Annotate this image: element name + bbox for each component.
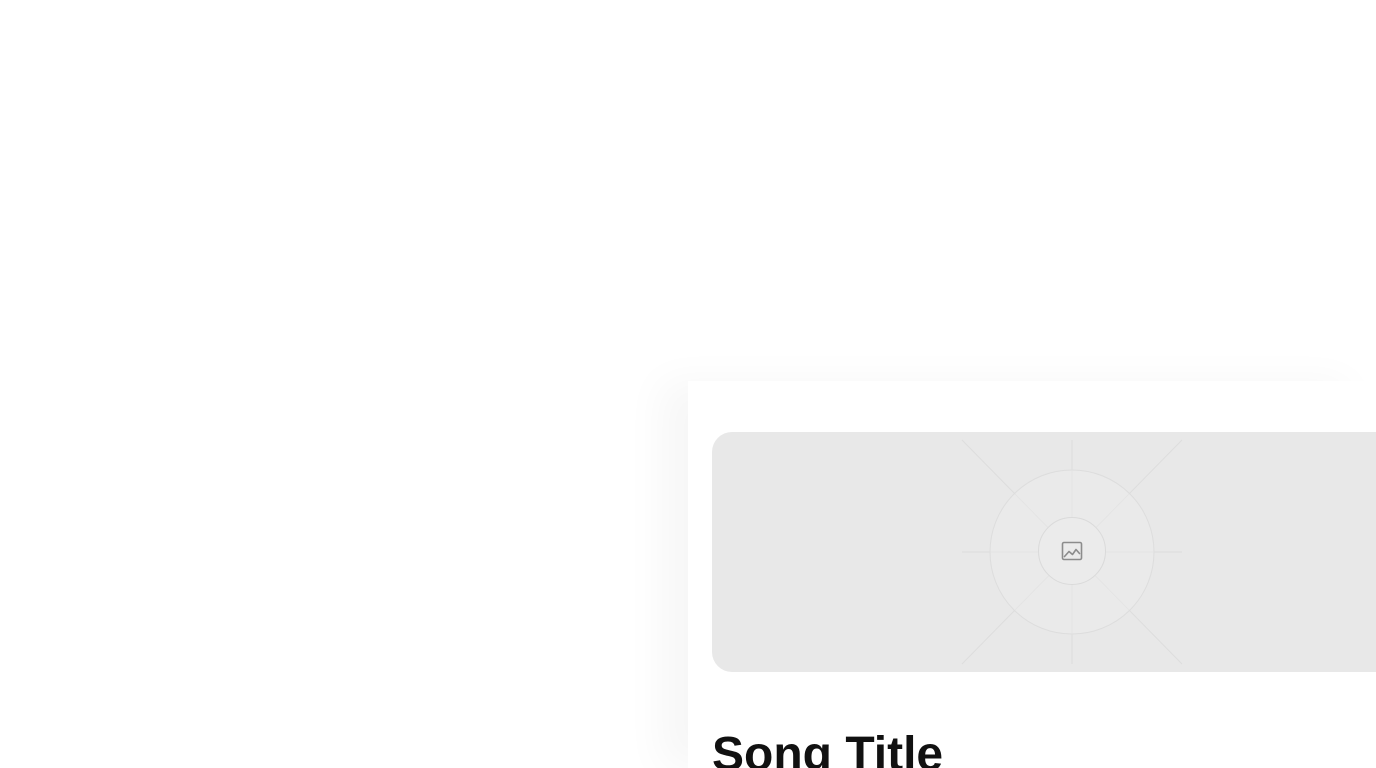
song-artwork-placeholder xyxy=(712,432,1376,672)
song-title: Song Title xyxy=(712,728,944,768)
song-detail-panel: Song Title xyxy=(688,381,1376,768)
image-placeholder-badge xyxy=(1038,517,1106,585)
song-detail-page: Song Title xyxy=(0,0,1376,768)
image-placeholder-icon xyxy=(1061,541,1083,561)
